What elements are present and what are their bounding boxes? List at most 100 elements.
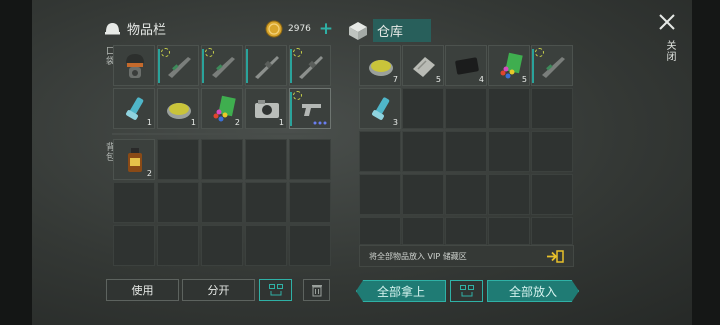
shotgun-icon (255, 56, 279, 79)
pocket-slot[interactable] (113, 45, 155, 86)
pocket-slot[interactable]: 1 (157, 88, 199, 129)
inventory-title: 物品栏 (127, 23, 167, 38)
trash-button[interactable] (303, 279, 330, 301)
rifle-icon (542, 57, 565, 78)
camera-icon (255, 100, 279, 118)
storage-slot[interactable]: 7 (359, 45, 401, 86)
storage-slot[interactable] (488, 217, 530, 245)
backpack-slot[interactable] (157, 139, 199, 180)
inhaler-icon (126, 97, 144, 120)
pocket-slot[interactable]: 1 (245, 88, 287, 129)
backpack-slot[interactable] (289, 225, 331, 266)
storage-slot[interactable] (531, 45, 573, 86)
storage-slot[interactable] (531, 131, 573, 172)
storage-slot[interactable] (445, 174, 487, 215)
item-count: 2 (234, 118, 240, 127)
backpack-slot[interactable] (113, 182, 155, 223)
backpack-slot[interactable] (113, 225, 155, 266)
item-count: 1 (278, 118, 284, 127)
split-button[interactable]: 分开 (182, 279, 255, 301)
leather-icon (455, 57, 479, 75)
storage-slot[interactable] (402, 88, 444, 129)
storage-slot[interactable] (531, 88, 573, 129)
backpack-slot[interactable] (201, 139, 243, 180)
backpack-slot[interactable] (157, 182, 199, 223)
vip-transfer-icon[interactable] (546, 250, 564, 263)
sort-storage-button[interactable] (450, 280, 483, 302)
storage-box-icon (349, 21, 367, 40)
storage-slot[interactable] (531, 217, 573, 245)
storage-slot[interactable]: 5 (488, 45, 530, 86)
pocket-slot[interactable] (289, 45, 331, 86)
add-coins-button[interactable]: + (319, 21, 333, 38)
storage-slot[interactable] (445, 217, 487, 245)
shotgun-icon (299, 56, 323, 79)
storage-slot[interactable] (445, 131, 487, 172)
sort-inventory-button[interactable] (259, 279, 292, 301)
take-all-button[interactable]: 全部拿上 (356, 280, 446, 302)
left-edge (0, 0, 32, 325)
bandage-icon (413, 57, 435, 77)
storage-slot[interactable] (445, 88, 487, 129)
item-count: 5 (521, 75, 527, 84)
durability-bar (158, 49, 160, 83)
durability-bar (290, 49, 292, 83)
durability-bar (246, 49, 248, 83)
item-count: 4 (478, 75, 484, 84)
storage-slot[interactable] (359, 174, 401, 215)
pocket-slot[interactable] (289, 88, 331, 129)
storage-slot[interactable] (488, 174, 530, 215)
item-count: 1 (190, 118, 196, 127)
pocket-slot[interactable] (157, 45, 199, 86)
backpack-slot[interactable] (201, 225, 243, 266)
backpack-slot[interactable] (289, 139, 331, 180)
storage-slot[interactable]: 3 (359, 88, 401, 129)
storage-slot[interactable] (488, 88, 530, 129)
storage-slot[interactable]: 5 (402, 45, 444, 86)
storage-slot[interactable] (531, 174, 573, 215)
coin-counter: 2976 + (265, 20, 333, 38)
right-edge (692, 0, 720, 325)
close-label[interactable]: 关闭 (662, 40, 677, 62)
pistol-icon (302, 104, 321, 116)
storage-slot[interactable] (359, 131, 401, 172)
durability-bar (532, 49, 534, 83)
use-button[interactable]: 使用 (106, 279, 179, 301)
rifle-icon (168, 57, 191, 78)
item-count: 2 (146, 169, 152, 178)
backpack-slot[interactable] (245, 225, 287, 266)
backpack-slot[interactable]: 2 (113, 139, 155, 180)
backpack-slot[interactable] (245, 182, 287, 223)
storage-slot[interactable] (402, 217, 444, 245)
backpack-slot[interactable] (245, 139, 287, 180)
backpack-slot[interactable] (289, 182, 331, 223)
backpack-slot[interactable] (201, 182, 243, 223)
pocket-slot[interactable]: 1 (113, 88, 155, 129)
storage-slot[interactable] (359, 217, 401, 245)
close-button[interactable] (657, 12, 677, 32)
pills-pack-icon (500, 52, 523, 79)
storage-slot[interactable]: 4 (445, 45, 487, 86)
sort-icon (268, 284, 283, 296)
coin-icon (265, 20, 283, 38)
item-count: 3 (392, 118, 398, 127)
inventory-header: 物品栏 (104, 19, 166, 38)
item-count: 7 (392, 75, 398, 84)
storage-slot[interactable] (402, 131, 444, 172)
storage-slot[interactable] (402, 174, 444, 215)
backpack-slot[interactable] (157, 225, 199, 266)
pocket-slot[interactable] (201, 45, 243, 86)
inhaler-icon (372, 97, 390, 120)
durability-bar (290, 92, 292, 126)
pocket-slot[interactable] (245, 45, 287, 86)
rifle-icon (212, 57, 235, 78)
put-all-button[interactable]: 全部放入 (487, 280, 579, 302)
sort-icon (459, 285, 474, 297)
vip-storage-bar[interactable]: 将全部物品放入 VIP 储藏区 (359, 245, 574, 267)
pocket-slot[interactable]: 2 (201, 88, 243, 129)
ointment-tin-icon (167, 103, 191, 119)
ointment-tin-icon (369, 60, 393, 76)
item-count: 1 (146, 118, 152, 127)
close-icon (659, 14, 675, 30)
storage-slot[interactable] (488, 131, 530, 172)
